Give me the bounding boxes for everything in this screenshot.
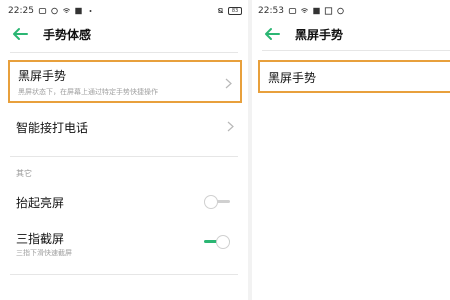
notification-icon xyxy=(288,8,297,14)
page-title: 黑屏手势 xyxy=(295,27,344,42)
back-arrow-icon[interactable] xyxy=(11,27,29,41)
right-screen: 22:53 黑屏手势 黑屏手势 xyxy=(252,0,450,300)
divider xyxy=(10,52,238,53)
status-bar: 22:53 xyxy=(258,4,444,18)
toggle-knob xyxy=(204,195,218,209)
message-icon xyxy=(51,7,58,15)
wifi-icon xyxy=(300,8,308,13)
chevron-right-icon xyxy=(225,78,232,89)
section-label: 其它 xyxy=(16,169,32,178)
status-bar: 22:25 83 xyxy=(8,4,242,18)
divider xyxy=(10,156,238,157)
left-screen: 22:25 83 手势体感 黑屏手势 黑屏状态下，在屏幕上通过特定手势快捷操作 … xyxy=(0,0,248,300)
notification-icon xyxy=(38,8,47,14)
item-title: 抬起亮屏 xyxy=(16,196,65,210)
app-icon xyxy=(313,7,320,15)
item-title: 黑屏手势 xyxy=(18,69,67,83)
chevron-right-icon xyxy=(227,121,234,132)
header: 黑屏手势 xyxy=(252,22,450,46)
divider xyxy=(10,274,238,275)
message-icon xyxy=(337,7,344,15)
smart-call-item[interactable]: 智能接打电话 xyxy=(8,112,242,140)
black-screen-gesture-item[interactable]: 黑屏手势 黑屏状态下，在屏幕上通过特定手势快捷操作 xyxy=(8,60,242,103)
item-title: 黑屏手势 xyxy=(268,71,317,85)
item-title: 智能接打电话 xyxy=(16,121,89,135)
three-finger-screenshot-item[interactable]: 三指截屏 三指下滑快速截屏 xyxy=(8,226,242,260)
item-subtitle: 三指下滑快速截屏 xyxy=(16,249,72,257)
toggle-knob xyxy=(216,235,230,249)
wifi-icon xyxy=(62,8,70,13)
item-subtitle: 黑屏状态下，在屏幕上通过特定手势快捷操作 xyxy=(18,88,158,96)
raise-to-wake-item[interactable]: 抬起亮屏 xyxy=(8,190,242,214)
status-right: 83 xyxy=(216,7,242,15)
app-icon xyxy=(75,7,82,15)
raise-to-wake-toggle[interactable] xyxy=(204,195,230,209)
mute-icon xyxy=(217,8,224,13)
divider xyxy=(262,50,450,51)
black-screen-gesture-item[interactable]: 黑屏手势 xyxy=(258,60,450,93)
status-time: 22:25 xyxy=(8,6,34,16)
app-icon xyxy=(324,7,333,15)
item-title: 三指截屏 xyxy=(16,232,65,246)
back-arrow-icon[interactable] xyxy=(263,27,281,41)
three-finger-screenshot-toggle[interactable] xyxy=(204,235,230,249)
status-time: 22:53 xyxy=(258,6,284,16)
more-icon xyxy=(89,10,92,12)
page-title: 手势体感 xyxy=(43,27,92,42)
header: 手势体感 xyxy=(0,22,248,46)
status-icons xyxy=(288,7,345,15)
battery-icon: 83 xyxy=(228,7,242,15)
status-icons xyxy=(38,7,95,15)
